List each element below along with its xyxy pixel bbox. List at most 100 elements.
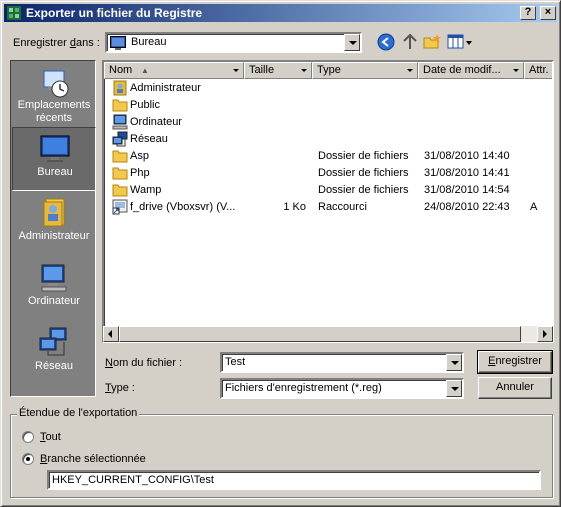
column-attr-label: Attr.	[529, 64, 549, 76]
column-filter-icon[interactable]	[299, 64, 310, 77]
arrow-right-icon	[543, 330, 547, 338]
radio-branch[interactable]	[22, 453, 34, 465]
file-row[interactable]: Wamp Dossier de fichiers 31/08/2010 14:54	[104, 182, 552, 199]
column-name-label: Nom	[109, 64, 133, 76]
column-date-label: Date de modif...	[423, 64, 501, 76]
desktop-icon	[110, 36, 126, 50]
arrow-left-icon	[108, 330, 112, 338]
file-row[interactable]: Asp Dossier de fichiers 31/08/2010 14:40	[104, 148, 552, 165]
folder-icon	[112, 165, 128, 181]
file-name: Php	[130, 167, 150, 179]
network-icon	[39, 327, 67, 356]
scroll-left-button[interactable]	[103, 326, 119, 342]
views-menu-icon[interactable]	[447, 33, 473, 51]
places-bar: Emplacements récents Bureau Administrate…	[10, 60, 96, 397]
filetype-label: Type :	[105, 382, 135, 394]
scroll-thumb[interactable]	[119, 326, 521, 342]
file-type: Raccourci	[318, 201, 367, 213]
place-recent[interactable]: Emplacements récents	[12, 63, 96, 127]
file-type: Dossier de fichiers	[318, 184, 409, 196]
file-name: Wamp	[130, 184, 162, 196]
place-label: Ordinateur	[28, 295, 80, 307]
computer-icon	[112, 114, 128, 130]
export-registry-dialog: Exporter un fichier du Registre ? × Enre…	[0, 0, 561, 507]
column-filter-icon[interactable]	[511, 64, 522, 77]
save-in-dropdown-arrow[interactable]	[344, 34, 360, 51]
radio-all-label[interactable]: Tout	[40, 431, 61, 443]
radio-all[interactable]	[22, 431, 34, 443]
up-folder-icon[interactable]	[401, 33, 419, 51]
file-row[interactable]: f_drive (Vboxsvr) (V... 1 Ko Raccourci 24/0…	[104, 199, 552, 216]
filetype-dropdown-arrow[interactable]	[446, 380, 462, 397]
place-label: Bureau	[37, 166, 73, 178]
column-header-type[interactable]: Type	[312, 62, 418, 79]
column-header-name[interactable]: Nom ▲	[104, 62, 244, 79]
save-in-label: Enregistrer dans :	[13, 37, 100, 49]
column-filter-icon[interactable]	[231, 64, 242, 77]
computer-icon	[41, 264, 67, 292]
recent-places-icon	[43, 70, 69, 98]
filetype-value: Fichiers d'enregistrement (*.reg)	[225, 382, 382, 394]
place-network[interactable]: Réseau	[12, 322, 96, 386]
column-type-label: Type	[317, 64, 341, 76]
file-size: 1 Ko	[283, 201, 306, 213]
cancel-button[interactable]: Annuler	[478, 377, 552, 399]
horizontal-scrollbar[interactable]	[103, 326, 553, 342]
file-row[interactable]: Public	[104, 97, 552, 114]
sort-ascending-icon: ▲	[141, 66, 149, 75]
place-desktop[interactable]: Bureau	[12, 127, 96, 191]
file-row[interactable]: Administrateur	[104, 80, 552, 97]
file-list[interactable]: Nom ▲ Taille Type Date de modif... Attr.…	[102, 60, 554, 343]
scroll-right-button[interactable]	[537, 326, 553, 342]
file-attr: A	[530, 201, 538, 213]
branch-path-value: HKEY_CURRENT_CONFIG\Test	[52, 474, 214, 486]
file-name: Public	[130, 99, 160, 111]
export-range-title: Étendue de l'exportation	[17, 407, 140, 419]
place-administrator[interactable]: Administrateur	[12, 192, 96, 256]
radio-branch-label[interactable]: Branche sélectionnée	[40, 453, 146, 465]
place-label: Emplacements récents	[17, 99, 91, 124]
user-folder-icon	[43, 198, 65, 227]
file-date: 31/08/2010 14:54	[424, 184, 510, 196]
place-computer[interactable]: Ordinateur	[12, 257, 96, 321]
save-label: nregistrer	[495, 355, 542, 367]
column-header-attr[interactable]: Attr.	[524, 62, 552, 79]
file-date: 24/08/2010 22:43	[424, 201, 510, 213]
filename-dropdown-arrow[interactable]	[446, 354, 462, 371]
regedit-icon	[7, 6, 21, 20]
save-in-combo[interactable]: Bureau	[105, 32, 362, 53]
file-row[interactable]: Php Dossier de fichiers 31/08/2010 14:41	[104, 165, 552, 182]
new-folder-icon[interactable]	[423, 33, 441, 51]
column-header-date[interactable]: Date de modif...	[418, 62, 524, 79]
file-type: Dossier de fichiers	[318, 167, 409, 179]
file-type: Dossier de fichiers	[318, 150, 409, 162]
help-button[interactable]: ?	[520, 6, 536, 20]
file-row[interactable]: Réseau	[104, 131, 552, 148]
title-bar[interactable]: Exporter un fichier du Registre ? ×	[4, 4, 557, 22]
file-name: Administrateur	[130, 82, 201, 94]
network-icon	[112, 131, 128, 147]
folder-icon	[112, 97, 128, 113]
close-button[interactable]: ×	[540, 6, 556, 20]
user-folder-icon	[112, 80, 128, 96]
column-size-label: Taille	[249, 64, 275, 76]
filename-combo[interactable]: Test	[220, 352, 464, 373]
filetype-combo[interactable]: Fichiers d'enregistrement (*.reg)	[220, 378, 464, 399]
save-in-value: Bureau	[131, 36, 167, 48]
place-label: Réseau	[35, 360, 73, 372]
save-button[interactable]: Enregistrer	[477, 350, 553, 374]
filename-label: Nom du fichier :	[105, 357, 183, 369]
file-date: 31/08/2010 14:40	[424, 150, 510, 162]
folder-icon	[112, 148, 128, 164]
branch-path-field[interactable]: HKEY_CURRENT_CONFIG\Test	[47, 470, 541, 490]
column-filter-icon[interactable]	[405, 64, 416, 77]
file-name: Réseau	[130, 133, 168, 145]
folder-icon	[112, 182, 128, 198]
file-date: 31/08/2010 14:41	[424, 167, 510, 179]
file-name: f_drive (Vboxsvr) (V...	[130, 201, 236, 213]
filename-value: Test	[225, 356, 246, 368]
back-icon[interactable]	[377, 33, 395, 51]
file-row[interactable]: Ordinateur	[104, 114, 552, 131]
file-name: Ordinateur	[130, 116, 182, 128]
column-header-size[interactable]: Taille	[244, 62, 312, 79]
